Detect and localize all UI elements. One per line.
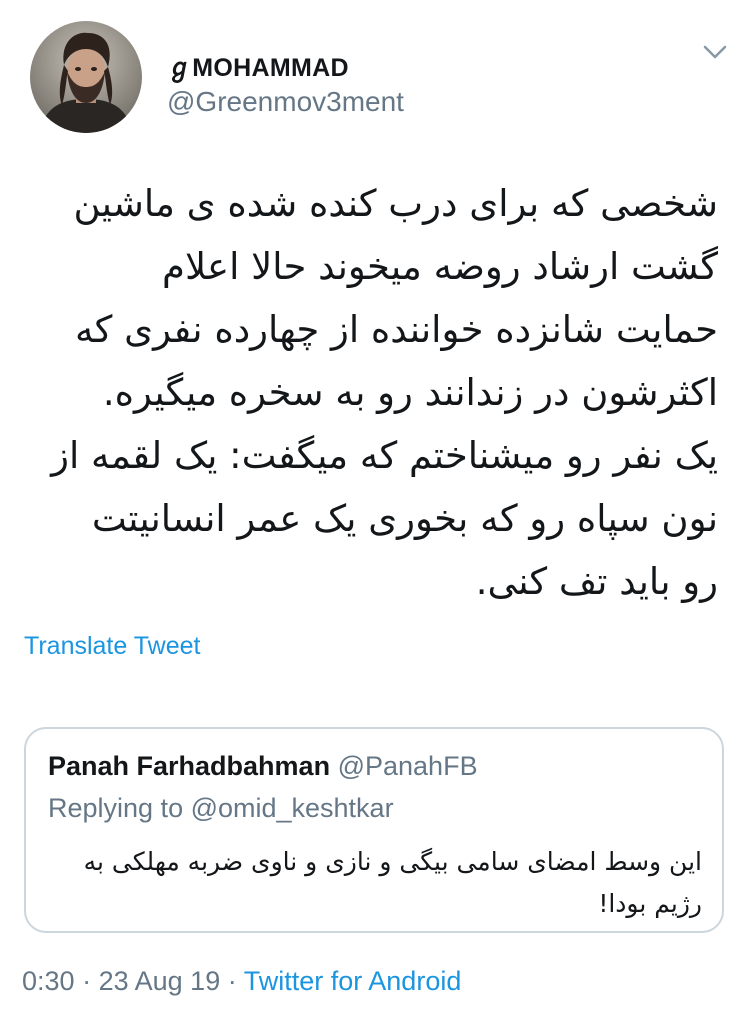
- quoted-author-handle: @PanahFB: [337, 751, 478, 781]
- display-name[interactable]: ℊMOHAMMAD: [167, 48, 349, 84]
- chevron-down-icon[interactable]: [700, 40, 730, 64]
- tweet-metadata: 0:30 · 23 Aug 19 · Twitter for Android: [22, 966, 461, 997]
- tweet-time[interactable]: 0:30: [22, 966, 75, 996]
- replying-to-text: Replying to @omid_keshtkar: [48, 793, 394, 823]
- translate-tweet-link[interactable]: Translate Tweet: [24, 632, 200, 661]
- avatar-portrait-image: [30, 21, 142, 133]
- quoted-author-name: Panah Farhadbahman: [48, 751, 331, 781]
- tweet-text: شخصی که برای درب کنده شده ی ماشین گشت ار…: [51, 182, 718, 603]
- quoted-tweet-card[interactable]: Panah Farhadbahman @PanahFB Replying to …: [24, 727, 724, 933]
- meta-separator: ·: [227, 966, 237, 996]
- quoted-tweet-author: Panah Farhadbahman @PanahFB: [48, 751, 478, 782]
- user-handle[interactable]: @Greenmov3ment: [167, 86, 404, 118]
- tweet-source-link[interactable]: Twitter for Android: [244, 966, 462, 996]
- tweet-date[interactable]: 23 Aug 19: [99, 966, 221, 996]
- quoted-tweet-text: این وسط امضای سامی بیگی و نازی و ناوی ضر…: [83, 847, 702, 918]
- avatar[interactable]: [30, 21, 142, 133]
- meta-separator: ·: [82, 966, 92, 996]
